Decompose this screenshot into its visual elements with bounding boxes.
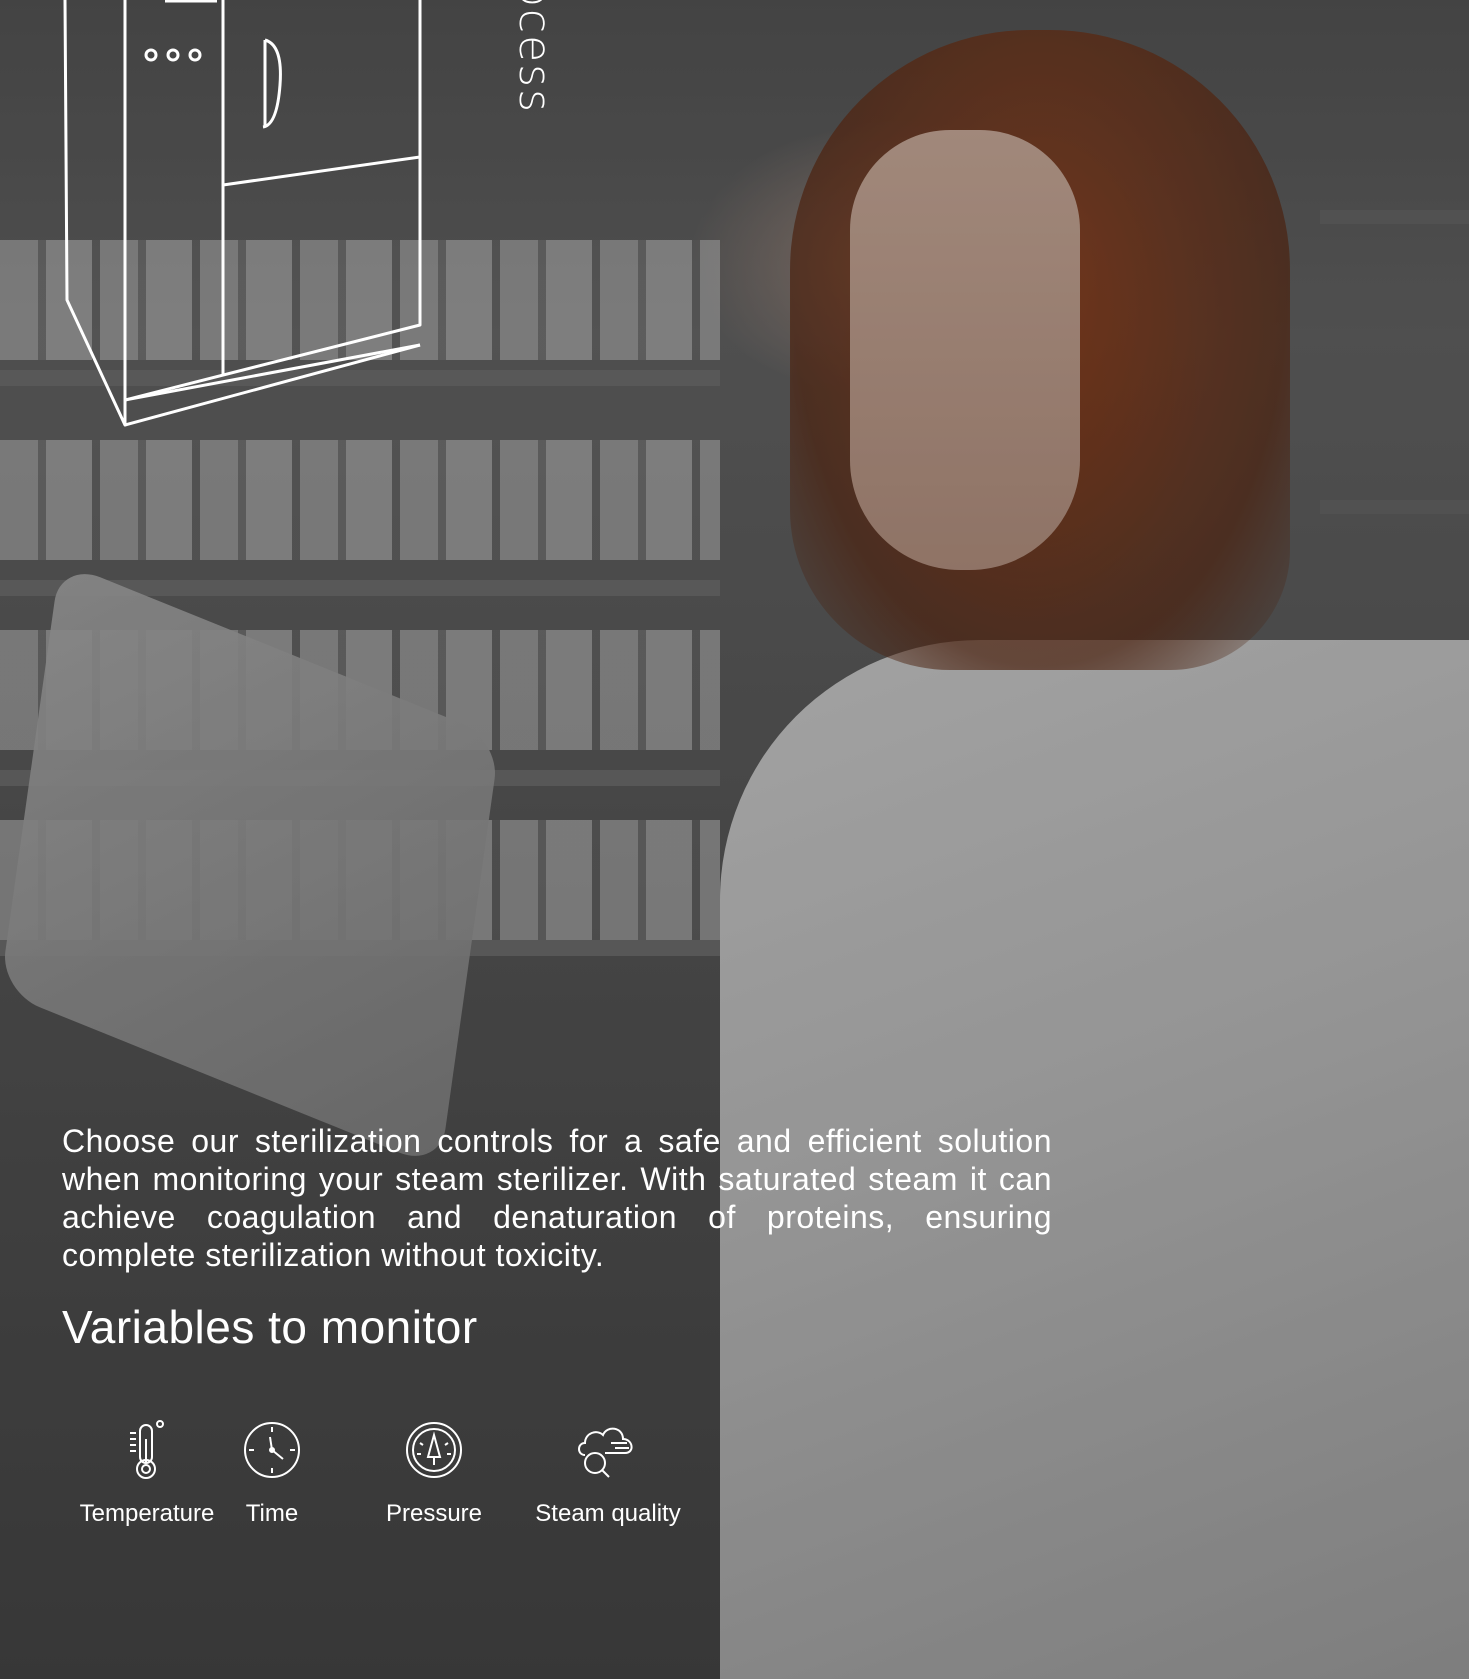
variable-pressure: Pressure <box>372 1418 496 1528</box>
section-heading: Variables to monitor <box>62 1301 478 1353</box>
variable-steam-quality: Steam quality <box>522 1418 694 1528</box>
variable-label: Steam quality <box>535 1500 681 1527</box>
gauge-icon <box>372 1418 496 1482</box>
variable-label: Temperature <box>79 1500 215 1527</box>
clock-icon <box>210 1418 334 1482</box>
rotated-heading-fragment: ocess <box>509 0 560 115</box>
variable-temperature: Temperature <box>62 1418 232 1528</box>
description-text: Choose our sterilization controls for a … <box>62 1123 1052 1273</box>
variable-time: Time <box>210 1418 334 1528</box>
variable-label: Time <box>245 1500 299 1527</box>
steam-quality-icon <box>522 1418 694 1482</box>
variable-label: Pressure <box>385 1500 483 1527</box>
thermometer-icon <box>62 1418 232 1482</box>
sterilizer-cabinet-illustration <box>63 0 422 427</box>
